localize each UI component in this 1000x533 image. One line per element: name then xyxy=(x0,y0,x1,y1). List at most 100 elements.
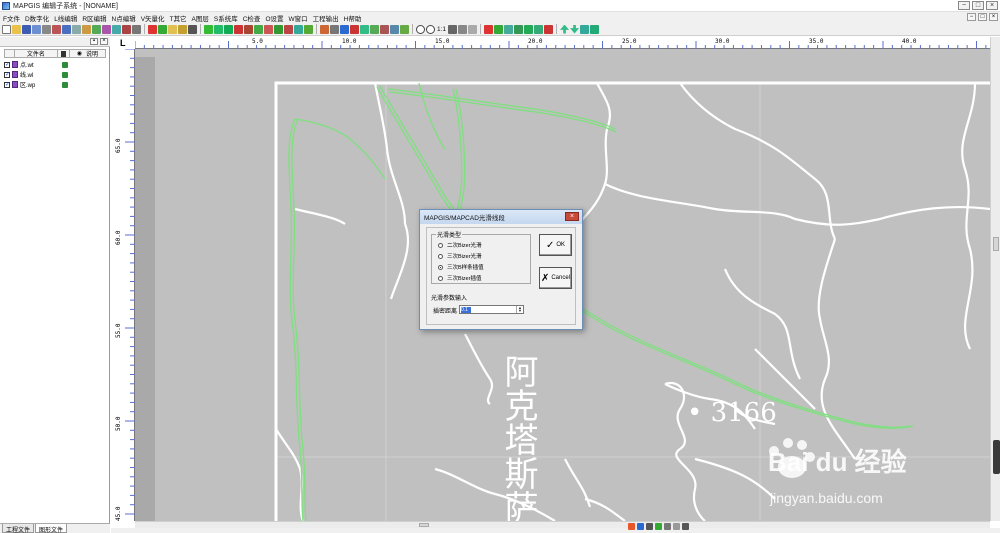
tray-app-icon[interactable] xyxy=(682,523,689,530)
zoom-actual-button[interactable]: 1:1 xyxy=(436,26,447,33)
radio-button[interactable] xyxy=(438,253,443,259)
horizontal-scroll-thumb[interactable] xyxy=(419,523,429,527)
mdi-close-button[interactable]: × xyxy=(989,13,998,21)
menu-check[interactable]: C检查 xyxy=(243,13,261,23)
arrow-up-icon[interactable] xyxy=(560,24,570,34)
panel-close-button[interactable]: × xyxy=(100,38,108,45)
column-filename[interactable]: 文件名 xyxy=(15,50,58,58)
tray-app-icon[interactable] xyxy=(673,523,680,530)
layer-move-icon[interactable] xyxy=(580,24,590,34)
brush-icon[interactable] xyxy=(168,24,177,34)
radio-option[interactable]: 三次Bizer插值 xyxy=(438,274,482,282)
menu-window[interactable]: W窗口 xyxy=(289,13,308,23)
vector-line-icon[interactable] xyxy=(340,24,349,34)
attribute-icon[interactable] xyxy=(514,24,524,34)
radio-button-checked[interactable] xyxy=(438,264,443,270)
menu-system-lib[interactable]: S系统库 xyxy=(214,13,238,23)
tab-graphic-files[interactable]: 图形文件 xyxy=(35,524,68,533)
file-row[interactable]: ✓ 区.wp xyxy=(4,80,106,89)
vector-smooth-icon[interactable] xyxy=(370,24,379,34)
topology-icon[interactable] xyxy=(494,24,504,34)
radio-option[interactable]: 三次Bizer光滑 xyxy=(438,252,482,260)
refresh-icon[interactable] xyxy=(448,24,458,34)
cut-icon[interactable] xyxy=(52,24,61,34)
spin-arrows-icon[interactable]: ▲ ▼ xyxy=(516,306,523,313)
region-attr-icon[interactable] xyxy=(294,24,303,34)
print-icon[interactable] xyxy=(42,24,51,34)
region-split-icon[interactable] xyxy=(284,24,293,34)
delete-point-icon[interactable] xyxy=(224,24,233,34)
region-copy-icon[interactable] xyxy=(304,24,313,34)
tray-app-icon[interactable] xyxy=(655,523,662,530)
cancel-button[interactable]: ✗ Cancel xyxy=(539,267,572,289)
user-icon[interactable] xyxy=(590,24,600,34)
menu-help[interactable]: H帮助 xyxy=(344,13,362,23)
vector-trace-icon[interactable] xyxy=(390,24,399,34)
move-point-icon[interactable] xyxy=(214,24,223,34)
column-description[interactable]: ◉ 说明 xyxy=(70,50,105,58)
vector-auto-icon[interactable] xyxy=(400,24,409,34)
dialog-title-bar[interactable]: MAPGIS/MAPCAD光滑线段 xyxy=(420,210,582,224)
region-fill-icon[interactable] xyxy=(254,24,263,34)
radio-option[interactable]: 二次Bizer光滑 xyxy=(438,241,482,249)
menu-line-edit[interactable]: L线编辑 xyxy=(54,13,77,23)
vertical-scroll-thumb[interactable] xyxy=(993,237,999,251)
dialog-close-button[interactable]: × xyxy=(565,212,579,221)
file-checkbox[interactable]: ✓ xyxy=(4,81,10,88)
eraser-icon[interactable] xyxy=(178,24,187,34)
open-folder-icon[interactable] xyxy=(12,24,21,34)
join-line-icon[interactable] xyxy=(244,24,253,34)
line-icon[interactable] xyxy=(112,24,121,34)
density-input[interactable]: 0.1 ▲ ▼ xyxy=(459,305,524,314)
file-checkbox[interactable]: ✓ xyxy=(4,61,10,68)
region-edit-icon[interactable] xyxy=(264,24,273,34)
vector-node-icon[interactable] xyxy=(360,24,369,34)
save-all-icon[interactable] xyxy=(32,24,41,34)
layer-icon[interactable] xyxy=(82,24,91,34)
minimize-button[interactable]: − xyxy=(958,1,970,10)
menu-file[interactable]: F文件 xyxy=(3,13,20,23)
region-icon[interactable] xyxy=(92,24,101,34)
file-row[interactable]: ✓ 点.wt xyxy=(4,60,106,69)
pan-icon[interactable] xyxy=(458,24,468,34)
menu-layer[interactable]: A图层 xyxy=(192,13,209,23)
vector-dropdown-icon[interactable] xyxy=(330,24,339,34)
radio-button[interactable] xyxy=(438,242,443,248)
close-window-button[interactable]: × xyxy=(986,1,998,10)
zoom-in-icon[interactable] xyxy=(416,24,425,34)
copy-icon[interactable] xyxy=(62,24,71,34)
region-merge-icon[interactable] xyxy=(274,24,283,34)
tray-app-icon[interactable] xyxy=(646,523,653,530)
menu-point-edit[interactable]: N点编辑 xyxy=(112,13,136,23)
error-icon[interactable] xyxy=(544,24,554,34)
query-icon[interactable] xyxy=(534,24,544,34)
side-panel-tab[interactable] xyxy=(993,440,1000,474)
print-preview-icon[interactable] xyxy=(132,24,141,34)
cut-line-icon[interactable] xyxy=(234,24,243,34)
menu-region-edit[interactable]: R区编辑 xyxy=(82,13,106,23)
zoom-out-icon[interactable] xyxy=(426,24,435,34)
pen-icon[interactable] xyxy=(148,24,157,34)
point-icon[interactable] xyxy=(102,24,111,34)
menu-digitize[interactable]: D数字化 xyxy=(25,13,49,23)
vector-delete-icon[interactable] xyxy=(380,24,389,34)
window-icon[interactable] xyxy=(468,24,478,34)
column-status[interactable] xyxy=(58,50,70,57)
tray-app-icon[interactable] xyxy=(664,523,671,530)
save-icon[interactable] xyxy=(22,24,31,34)
edit-attr-icon[interactable] xyxy=(524,24,534,34)
select-icon[interactable] xyxy=(188,24,197,34)
mdi-restore-button[interactable]: □ xyxy=(978,13,987,21)
globe-icon[interactable] xyxy=(504,24,514,34)
vector-pen-icon[interactable] xyxy=(320,24,329,34)
add-point-icon[interactable] xyxy=(204,24,213,34)
check-icon[interactable] xyxy=(484,24,494,34)
arrow-down-icon[interactable] xyxy=(570,24,580,34)
menu-other[interactable]: T其它 xyxy=(170,13,187,23)
file-checkbox[interactable]: ✓ xyxy=(4,71,10,78)
delete-icon[interactable] xyxy=(122,24,131,34)
file-row[interactable]: ✓ 线.wl xyxy=(4,70,106,79)
ok-button[interactable]: ✓ OK xyxy=(539,234,572,256)
menu-vectorize[interactable]: V矢量化 xyxy=(141,13,165,23)
panel-pin-button[interactable]: ▪ xyxy=(90,38,98,45)
